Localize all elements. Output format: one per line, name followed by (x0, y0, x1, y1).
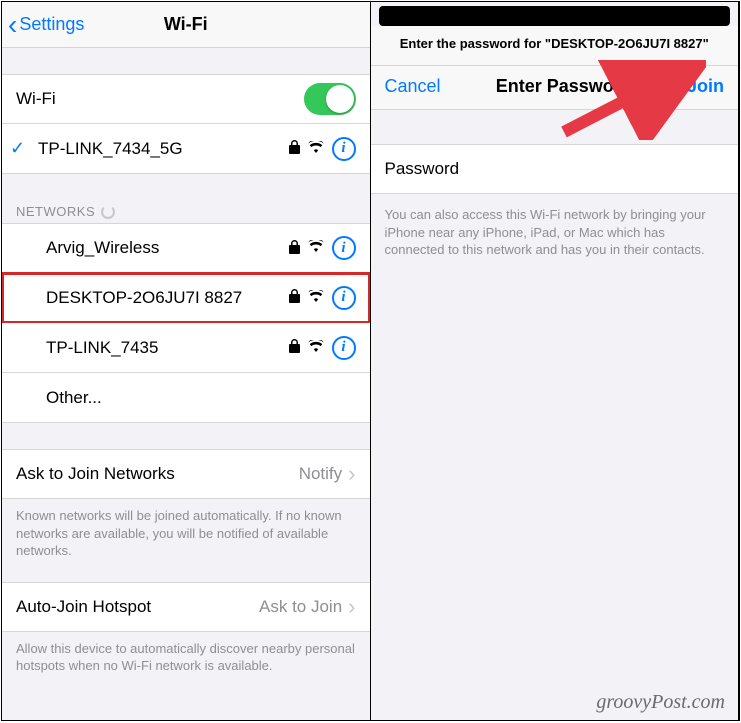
wifi-icon (308, 239, 324, 257)
watermark: groovyPost.com (596, 691, 725, 714)
network-name: DESKTOP-2O6JU7I 8827 (46, 288, 281, 308)
back-button[interactable]: Settings (19, 14, 84, 35)
password-row[interactable]: Password (371, 144, 739, 194)
password-dialog-pane: Enter the password for "DESKTOP-2O6JU7I … (371, 2, 740, 720)
connected-network-name: TP-LINK_7434_5G (38, 139, 281, 159)
auto-join-label: Auto-Join Hotspot (16, 597, 259, 617)
check-icon: ✓ (10, 138, 32, 159)
cancel-button[interactable]: Cancel (385, 76, 441, 97)
ask-to-join-value: Notify (299, 464, 342, 484)
back-icon[interactable]: ‹ (8, 11, 17, 39)
network-name: Arvig_Wireless (46, 238, 281, 258)
networks-section-header: NETWORKS (2, 196, 370, 223)
wifi-toggle[interactable] (304, 83, 356, 115)
network-row[interactable]: TP-LINK_7435 i (2, 323, 370, 373)
network-name: TP-LINK_7435 (46, 338, 281, 358)
dialog-title: Enter Password (496, 76, 632, 97)
join-button[interactable]: Join (687, 76, 724, 97)
nav-header: ‹ Settings Wi-Fi (2, 2, 370, 48)
ask-to-join-row[interactable]: Ask to Join Networks Notify › (2, 449, 370, 499)
network-row-highlighted[interactable]: DESKTOP-2O6JU7I 8827 i (2, 273, 370, 323)
wifi-settings-pane: ‹ Settings Wi-Fi Wi-Fi ✓ TP-LINK_7434_5G (2, 2, 371, 720)
other-network-row[interactable]: Other... (2, 373, 370, 423)
dialog-prompt: Enter the password for "DESKTOP-2O6JU7I … (371, 26, 739, 66)
wifi-icon (308, 339, 324, 357)
connected-network-row[interactable]: ✓ TP-LINK_7434_5G i (2, 124, 370, 174)
ask-to-join-label: Ask to Join Networks (16, 464, 299, 484)
info-icon[interactable]: i (332, 286, 356, 310)
wifi-toggle-row[interactable]: Wi-Fi (2, 74, 370, 124)
chevron-right-icon: › (348, 594, 355, 620)
password-label: Password (385, 159, 460, 179)
ask-to-join-footer: Known networks will be joined automatica… (2, 499, 370, 568)
auto-join-footer: Allow this device to automatically disco… (2, 632, 370, 683)
spinner-icon (101, 205, 115, 219)
lock-icon (289, 240, 300, 257)
auto-join-value: Ask to Join (259, 597, 342, 617)
network-row[interactable]: Arvig_Wireless i (2, 223, 370, 273)
status-bar (379, 6, 731, 26)
dialog-action-bar: Cancel Enter Password Join (371, 66, 739, 110)
wifi-label: Wi-Fi (16, 89, 304, 109)
auto-join-hotspot-row[interactable]: Auto-Join Hotspot Ask to Join › (2, 582, 370, 632)
lock-icon (289, 339, 300, 356)
wifi-icon (308, 289, 324, 307)
info-icon[interactable]: i (332, 336, 356, 360)
info-icon[interactable]: i (332, 137, 356, 161)
chevron-right-icon: › (348, 461, 355, 487)
lock-icon (289, 289, 300, 306)
wifi-icon (308, 140, 324, 158)
password-help-text: You can also access this Wi-Fi network b… (371, 194, 739, 267)
password-input[interactable] (471, 159, 724, 179)
info-icon[interactable]: i (332, 236, 356, 260)
lock-icon (289, 140, 300, 157)
other-label: Other... (46, 388, 356, 408)
